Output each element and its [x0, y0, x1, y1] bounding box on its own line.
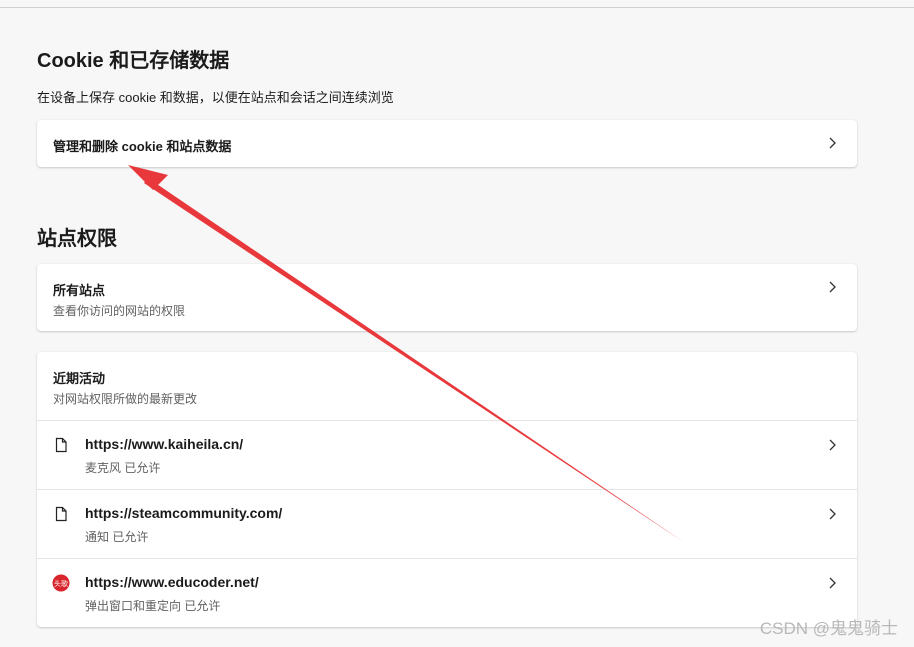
svg-text:头歌: 头歌	[54, 579, 68, 588]
recent-site-row[interactable]: 头歌 https://www.educoder.net/ 弹出窗口和重定向 已允…	[37, 559, 857, 627]
site-permission-detail: 通知 已允许	[85, 530, 149, 544]
chevron-right-icon	[829, 577, 836, 589]
manage-cookies-card[interactable]: 管理和删除 cookie 和站点数据	[37, 120, 857, 167]
csdn-watermark: CSDN @鬼鬼骑士	[759, 619, 898, 638]
site-permission-detail: 麦克风 已允许	[85, 461, 161, 475]
all-sites-subtitle: 查看你访问的网站的权限	[53, 304, 186, 318]
all-sites-title: 所有站点	[53, 283, 106, 298]
permissions-section-title: 站点权限	[37, 228, 117, 250]
site-url: https://www.kaiheila.cn/	[85, 436, 244, 452]
site-url: https://steamcommunity.com/	[85, 505, 283, 521]
top-divider	[0, 7, 914, 8]
site-url: https://www.educoder.net/	[85, 574, 259, 590]
cookies-section-title: Cookie 和已存储数据	[37, 50, 230, 72]
site-permission-detail: 弹出窗口和重定向 已允许	[85, 599, 221, 613]
chevron-right-icon	[829, 137, 836, 149]
recent-activity-card: 近期活动 对网站权限所做的最新更改 https://www.kaiheila.c…	[37, 352, 857, 627]
chevron-right-icon	[829, 508, 836, 520]
all-sites-card[interactable]: 所有站点 查看你访问的网站的权限	[37, 264, 857, 331]
chevron-right-icon	[829, 439, 836, 451]
cookies-section-description: 在设备上保存 cookie 和数据，以便在站点和会话之间连续浏览	[37, 90, 394, 105]
recent-site-row[interactable]: https://www.kaiheila.cn/ 麦克风 已允许	[37, 421, 857, 489]
chevron-right-icon	[829, 281, 836, 293]
manage-cookies-label: 管理和删除 cookie 和站点数据	[53, 139, 232, 154]
page-icon	[55, 506, 67, 522]
educoder-favicon-icon: 头歌	[52, 574, 70, 592]
recent-activity-title: 近期活动	[53, 371, 106, 386]
recent-site-row[interactable]: https://steamcommunity.com/ 通知 已允许	[37, 490, 857, 558]
page-icon	[55, 437, 67, 453]
recent-activity-subtitle: 对网站权限所做的最新更改	[53, 392, 198, 406]
